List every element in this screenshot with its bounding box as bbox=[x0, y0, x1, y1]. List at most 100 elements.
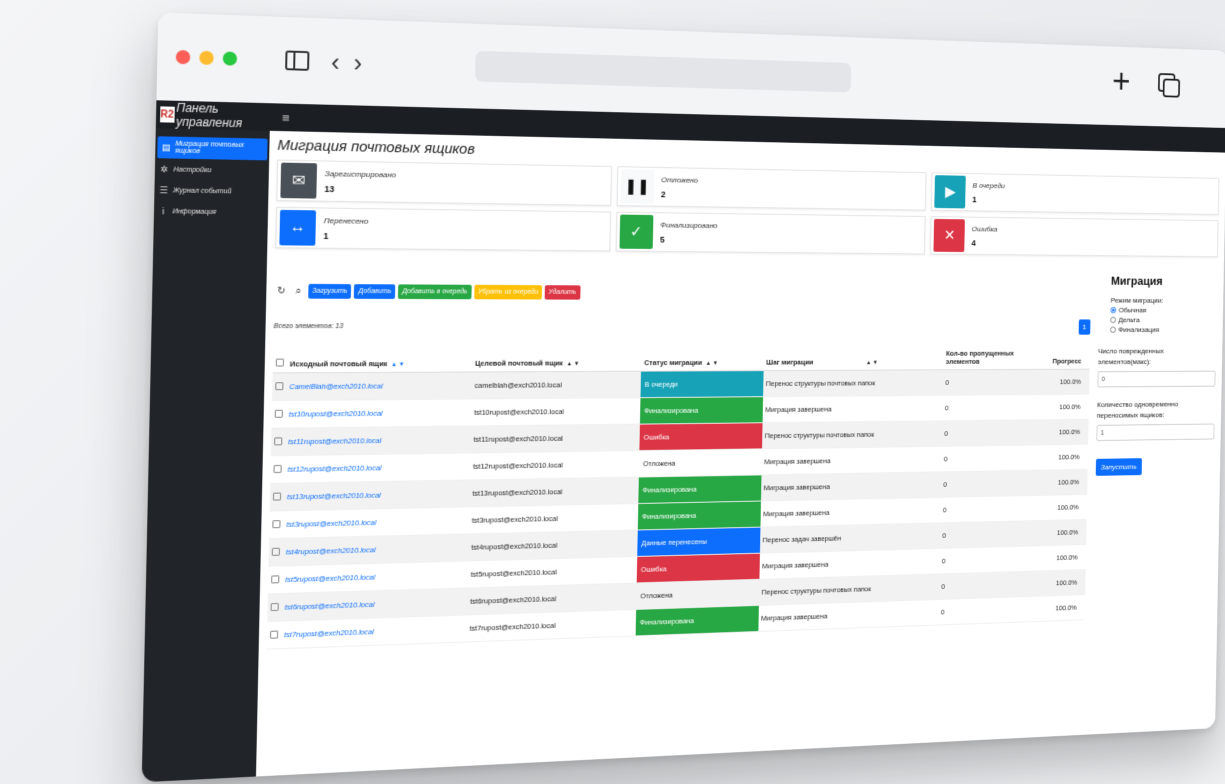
row-checkbox[interactable] bbox=[272, 547, 280, 555]
row-checkbox[interactable] bbox=[272, 520, 280, 528]
source-mailbox-link[interactable]: CamelBlah@exch2010.local bbox=[289, 382, 383, 391]
load-button[interactable]: Загрузить bbox=[308, 284, 351, 299]
address-bar[interactable] bbox=[475, 51, 851, 93]
brand[interactable]: R2 Панель управления bbox=[156, 100, 271, 131]
search-icon[interactable]: ⌕ bbox=[291, 286, 305, 297]
row-checkbox[interactable] bbox=[274, 464, 282, 472]
row-checkbox[interactable] bbox=[271, 602, 279, 610]
status-card-count: 1 bbox=[972, 194, 1004, 204]
skipped-count: 0 bbox=[942, 395, 1027, 421]
skipped-count: 0 bbox=[941, 445, 1026, 472]
radio-button[interactable] bbox=[1110, 327, 1116, 333]
progress-value: 100.0% bbox=[1024, 519, 1086, 546]
sort-icon[interactable]: ▲ ▼ bbox=[866, 360, 878, 366]
status-card: ✕ Ошибка 4 bbox=[930, 216, 1218, 257]
sort-icon[interactable]: ▲ ▼ bbox=[706, 361, 718, 367]
row-checkbox[interactable] bbox=[275, 409, 283, 417]
delete-button[interactable]: Удалить bbox=[545, 285, 580, 299]
skipped-count: 0 bbox=[938, 597, 1023, 625]
source-mailbox-link[interactable]: tst13rupost@exch2010.local bbox=[287, 491, 381, 502]
mailbox-icon: ▤ bbox=[161, 142, 171, 153]
window-controls bbox=[176, 50, 237, 66]
check-icon: ✓ bbox=[619, 215, 653, 249]
back-arrow-icon[interactable]: ‹ bbox=[331, 49, 340, 75]
sidebar-item-settings[interactable]: ✲ Настройки bbox=[155, 160, 269, 181]
source-mailbox-link[interactable]: tst12rupost@exch2010.local bbox=[288, 463, 382, 473]
run-button[interactable]: Запустить bbox=[1096, 458, 1142, 476]
status-card-count: 13 bbox=[324, 184, 395, 195]
header-status[interactable]: Статус миграции ▲ ▼ bbox=[641, 346, 764, 371]
row-checkbox[interactable] bbox=[270, 630, 278, 638]
mailbox-table: Исходный почтовый ящик ▲ ▼ Целевой почтов… bbox=[267, 345, 1090, 649]
mode-label: Режим миграции: bbox=[1111, 296, 1217, 304]
status-card-count: 2 bbox=[661, 189, 698, 199]
mode-option[interactable]: Обычная bbox=[1110, 306, 1216, 314]
target-mailbox: tst10rupost@exch2010.local bbox=[471, 398, 641, 426]
browser-window: ‹ › + R2 Панель управления ≡ ▤ Миграция … bbox=[142, 12, 1225, 782]
status-card-label: Отложено bbox=[661, 175, 698, 184]
progress-value: 100.0% bbox=[1025, 494, 1087, 521]
mode-option[interactable]: Дельта bbox=[1110, 316, 1216, 324]
status-badge: Финализирована bbox=[640, 397, 763, 423]
envelope-icon: ✉ bbox=[280, 163, 317, 199]
status-card-label: В очереди bbox=[973, 181, 1005, 190]
header-target[interactable]: Целевой почтовый ящик ▲ ▼ bbox=[472, 346, 642, 372]
forward-arrow-icon[interactable]: › bbox=[353, 50, 362, 76]
add-button[interactable]: Добавить bbox=[354, 284, 395, 299]
sidebar-item-event-log[interactable]: ☰ Журнал событий bbox=[154, 181, 268, 202]
pagination-page[interactable]: 1 bbox=[1078, 319, 1090, 334]
status-badge: Финализирована bbox=[639, 475, 762, 503]
source-mailbox-link[interactable]: tst6rupost@exch2010.local bbox=[285, 600, 375, 612]
row-checkbox[interactable] bbox=[275, 382, 283, 390]
status-card: ✓ Финализировано 5 bbox=[615, 212, 925, 255]
row-checkbox[interactable] bbox=[271, 575, 279, 583]
sidebar-toggle-icon[interactable] bbox=[285, 50, 309, 70]
sidebar-item-info[interactable]: i Информация bbox=[154, 202, 268, 221]
source-mailbox-link[interactable]: tst10rupost@exch2010.local bbox=[289, 409, 383, 419]
add-to-queue-button[interactable]: Добавить в очередь bbox=[398, 284, 471, 299]
source-mailbox-link[interactable]: tst11rupost@exch2010.local bbox=[288, 436, 381, 446]
main-content: Миграция почтовых ящиков ✉ Зарегистрирова… bbox=[256, 131, 1225, 782]
new-tab-icon[interactable]: + bbox=[1112, 64, 1131, 98]
maximize-window-button[interactable] bbox=[223, 51, 237, 65]
sidebar-item-migration[interactable]: ▤ Миграция почтовых ящиков bbox=[157, 136, 267, 160]
source-mailbox-link[interactable]: tst5rupost@exch2010.local bbox=[285, 573, 375, 584]
source-mailbox-link[interactable]: tst3rupost@exch2010.local bbox=[286, 518, 376, 529]
header-source[interactable]: Исходный почтовый ящик ▲ ▼ bbox=[287, 346, 473, 372]
damaged-input[interactable]: 0 bbox=[1097, 371, 1215, 388]
select-all-checkbox[interactable] bbox=[276, 359, 284, 367]
concurrent-input[interactable]: 1 bbox=[1096, 424, 1214, 441]
menu-toggle-icon[interactable]: ≡ bbox=[282, 110, 290, 125]
migration-step: Перенос структуры почтовых папок bbox=[762, 421, 942, 449]
remove-from-queue-button[interactable]: Убрать из очереди bbox=[474, 285, 542, 300]
status-card-count: 1 bbox=[323, 231, 368, 241]
damaged-label: Число поврежденных элементов(макс): bbox=[1098, 346, 1216, 368]
tabs-overview-icon[interactable] bbox=[1158, 73, 1180, 97]
concurrent-label: Количество одновременно переносимых ящик… bbox=[1097, 399, 1215, 421]
sort-icon[interactable]: ▲ ▼ bbox=[391, 362, 404, 368]
source-mailbox-link[interactable]: tst4rupost@exch2010.local bbox=[286, 545, 376, 556]
source-mailbox-link[interactable]: tst7rupost@exch2010.local bbox=[284, 627, 374, 639]
radio-button[interactable] bbox=[1110, 317, 1116, 323]
sidebar: ▤ Миграция почтовых ящиков ✲ Настройки ☰… bbox=[142, 128, 270, 782]
target-mailbox: tst3rupost@exch2010.local bbox=[469, 504, 639, 534]
status-badge: Финализирована bbox=[638, 501, 761, 529]
skipped-count: 0 bbox=[939, 546, 1024, 574]
skipped-count: 0 bbox=[943, 369, 1028, 395]
row-checkbox[interactable] bbox=[274, 437, 282, 445]
mode-option-label: Дельта bbox=[1118, 316, 1139, 324]
skipped-count: 0 bbox=[942, 420, 1027, 446]
refresh-icon[interactable]: ↻ bbox=[274, 286, 288, 297]
minimize-window-button[interactable] bbox=[199, 51, 214, 65]
header-step[interactable]: Шаг миграции ▲ ▼ bbox=[763, 346, 943, 371]
radio-button[interactable] bbox=[1110, 307, 1116, 313]
close-window-button[interactable] bbox=[176, 50, 191, 64]
sidebar-item-label: Информация bbox=[172, 208, 216, 216]
header-skipped[interactable]: Кол-во пропущенных элементов bbox=[943, 345, 1028, 369]
sidebar-item-label: Настройки bbox=[173, 167, 211, 175]
sort-icon[interactable]: ▲ ▼ bbox=[567, 362, 580, 368]
mode-option[interactable]: Финализация bbox=[1110, 326, 1216, 334]
status-card-count: 4 bbox=[971, 238, 997, 247]
header-progress[interactable]: Прогресс bbox=[1028, 345, 1090, 369]
row-checkbox[interactable] bbox=[273, 492, 281, 500]
